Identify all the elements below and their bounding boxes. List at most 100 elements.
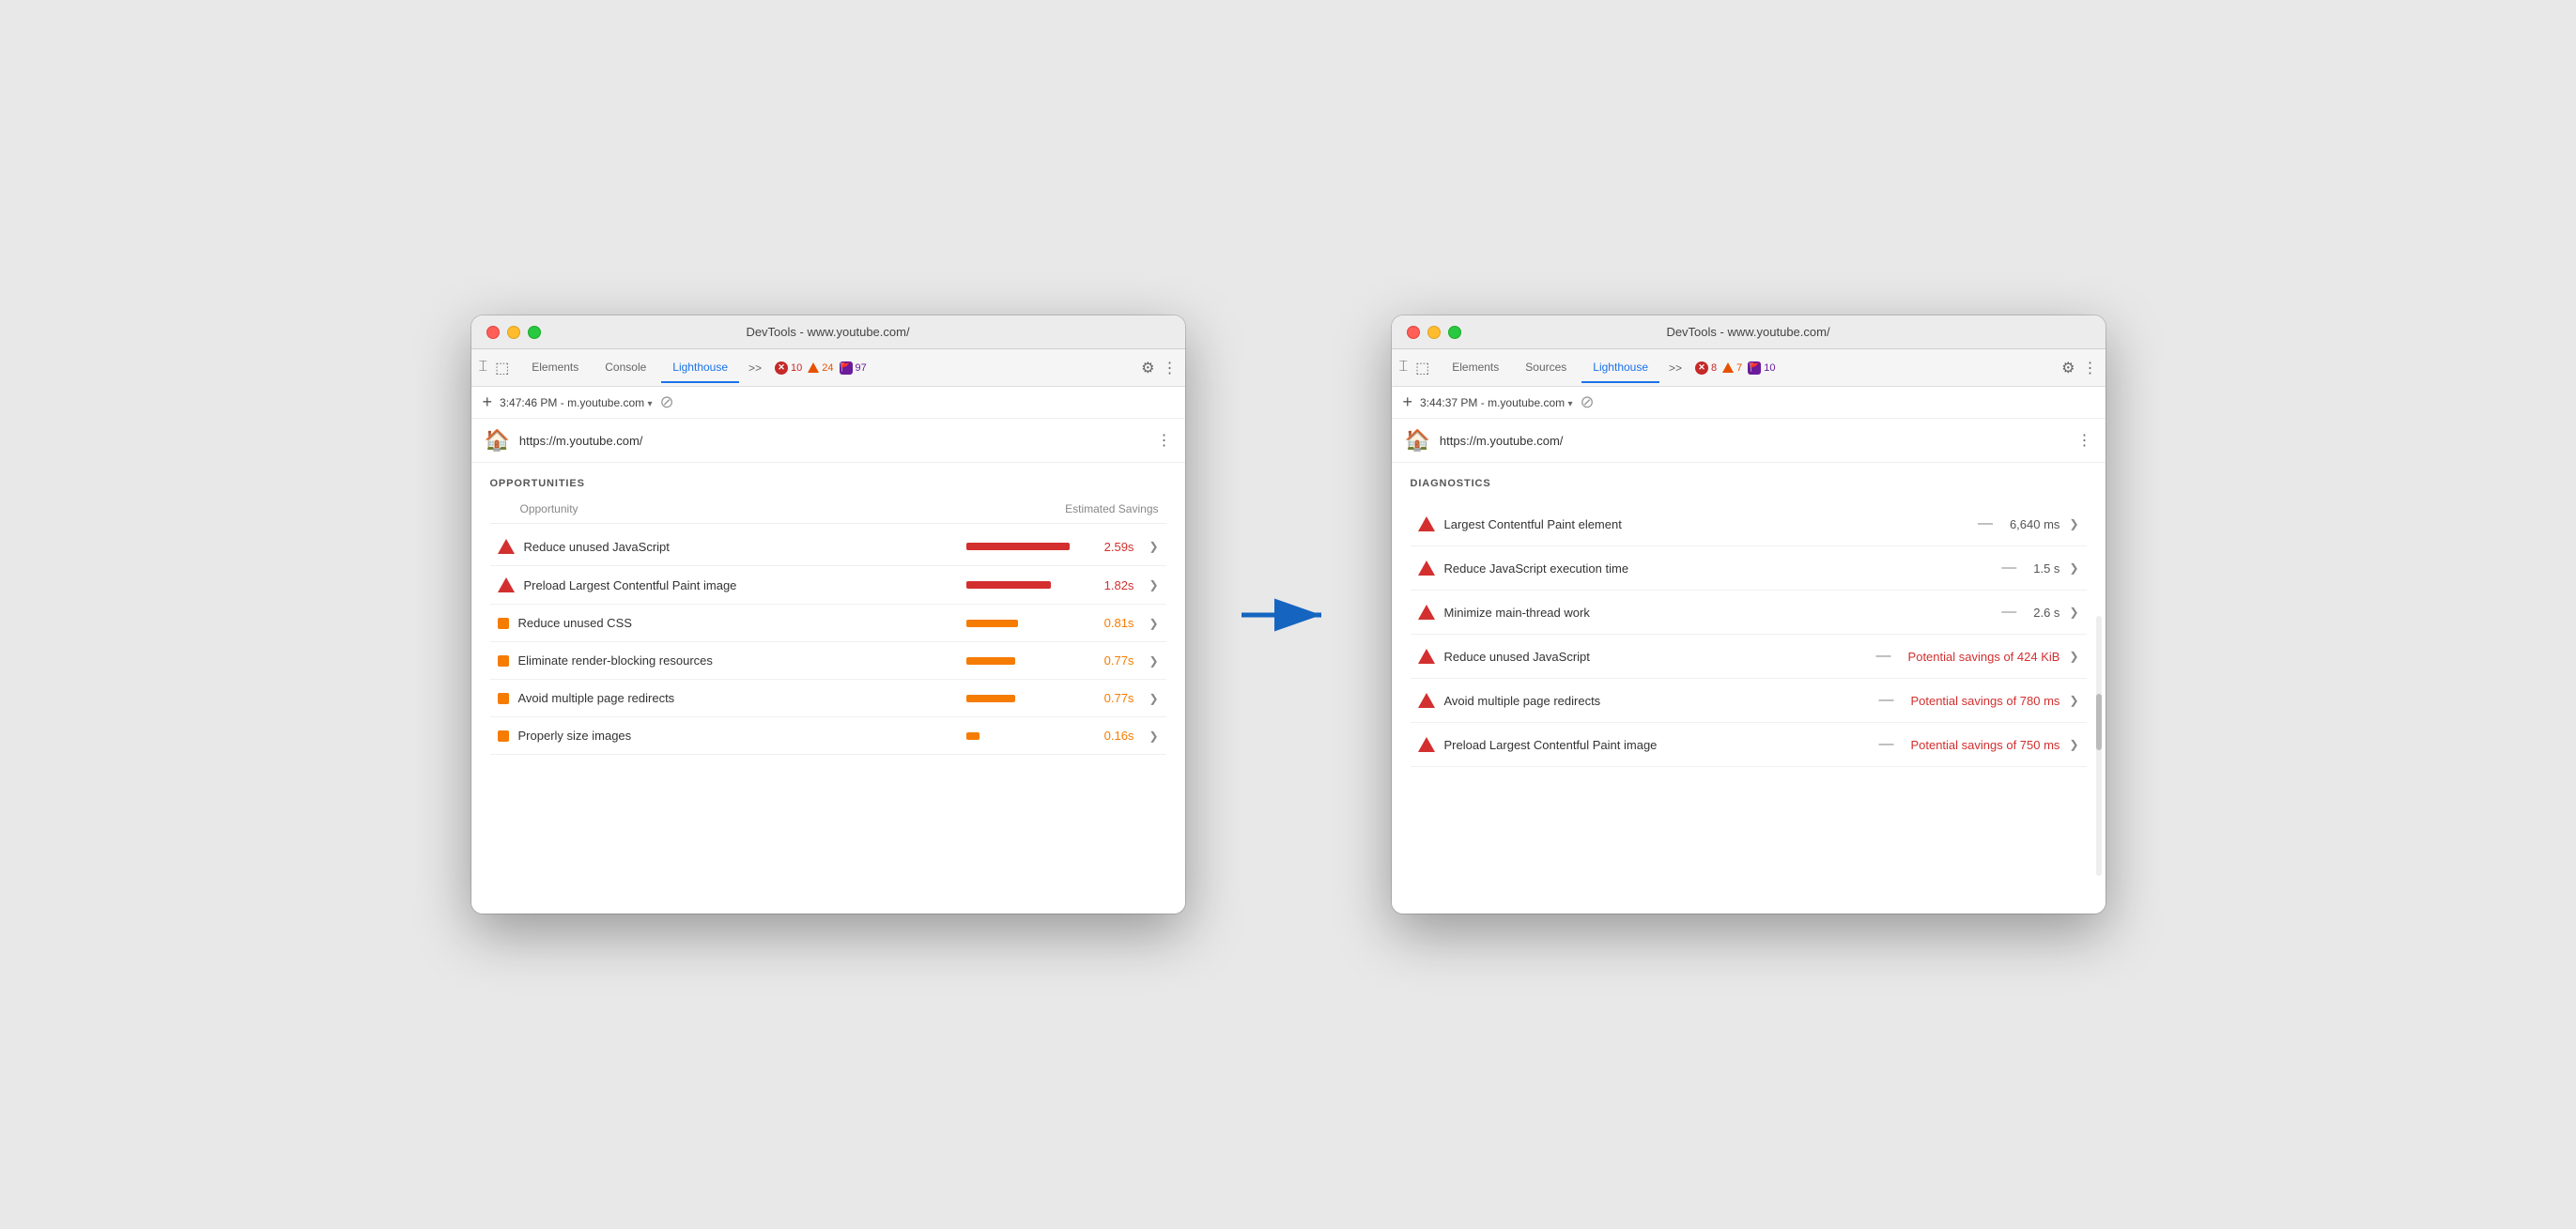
diag-value-5: Potential savings of 750 ms xyxy=(1910,738,2059,752)
dropdown-arrow-left[interactable]: ▾ xyxy=(647,399,652,409)
dropdown-arrow-right[interactable]: ▾ xyxy=(1567,399,1572,409)
add-button-right[interactable]: + xyxy=(1403,392,1413,412)
diag-row-2[interactable]: Minimize main-thread work — 2.6 s ❯ xyxy=(1411,591,2087,635)
opp-row-1[interactable]: Preload Largest Contentful Paint image 1… xyxy=(490,566,1166,605)
opp-label-3: Eliminate render-blocking resources xyxy=(518,653,958,668)
diag-sep-4: — xyxy=(1878,692,1893,709)
opp-row-4[interactable]: Avoid multiple page redirects 0.77s ❯ xyxy=(490,680,1166,717)
window-title-right: DevTools - www.youtube.com/ xyxy=(1666,325,1829,339)
gear-icon-right[interactable]: ⚙ xyxy=(2061,359,2075,377)
tab-console-left[interactable]: Console xyxy=(594,353,657,383)
add-button-left[interactable]: + xyxy=(483,392,493,412)
col-savings: Estimated Savings xyxy=(1065,502,1158,515)
tab-more-left[interactable]: >> xyxy=(743,358,767,378)
triangle-icon-1 xyxy=(498,577,515,592)
traffic-lights-right xyxy=(1407,326,1461,339)
title-bar-left: DevTools - www.youtube.com/ xyxy=(471,315,1185,349)
opp-row-0[interactable]: Reduce unused JavaScript 2.59s ❯ xyxy=(490,528,1166,566)
opp-savings-4: 0.77s xyxy=(1088,691,1134,705)
tab-elements-left[interactable]: Elements xyxy=(520,353,590,383)
maximize-button-right[interactable] xyxy=(1448,326,1461,339)
chevron-1[interactable]: ❯ xyxy=(1149,578,1158,591)
bar-visual-5 xyxy=(966,732,979,740)
lighthouse-url-right: https://m.youtube.com/ xyxy=(1440,434,2068,448)
diag-row-0[interactable]: Largest Contentful Paint element — 6,640… xyxy=(1411,502,2087,546)
diag-chevron-2[interactable]: ❯ xyxy=(2069,606,2078,619)
chevron-5[interactable]: ❯ xyxy=(1149,730,1158,743)
diag-value-4: Potential savings of 780 ms xyxy=(1910,694,2059,708)
cursor-icon[interactable]: ⌶ xyxy=(479,359,488,377)
diag-row-4[interactable]: Avoid multiple page redirects — Potentia… xyxy=(1411,679,2087,723)
diag-label-1: Reduce JavaScript execution time xyxy=(1444,561,1989,576)
bar-visual-0 xyxy=(966,543,1070,550)
menu-icon-left[interactable]: ⋮ xyxy=(1163,359,1178,377)
diag-chevron-4[interactable]: ❯ xyxy=(2069,694,2078,707)
square-icon-3 xyxy=(498,655,509,667)
diag-sep-1: — xyxy=(2001,560,2016,576)
opp-label-2: Reduce unused CSS xyxy=(518,616,958,630)
opp-savings-1: 1.82s xyxy=(1088,578,1134,592)
tab-bar-right: ⌶ ⬚ Elements Sources Lighthouse >> ✕ 8 7… xyxy=(1392,349,2106,387)
device-icon-right[interactable]: ⬚ xyxy=(1415,359,1429,377)
chevron-4[interactable]: ❯ xyxy=(1149,692,1158,705)
opp-row-2[interactable]: Reduce unused CSS 0.81s ❯ xyxy=(490,605,1166,642)
opp-row-5[interactable]: Properly size images 0.16s ❯ xyxy=(490,717,1166,755)
close-button-right[interactable] xyxy=(1407,326,1420,339)
diag-chevron-1[interactable]: ❯ xyxy=(2069,561,2078,575)
tab-sources-right[interactable]: Sources xyxy=(1514,353,1578,383)
info-icon-left: 🚩 xyxy=(840,361,853,375)
options-menu-right[interactable]: ⋮ xyxy=(2077,431,2092,450)
opp-row-3[interactable]: Eliminate render-blocking resources 0.77… xyxy=(490,642,1166,680)
block-icon-right[interactable]: ⊘ xyxy=(1581,392,1595,412)
opp-savings-3: 0.77s xyxy=(1088,653,1134,668)
tab-lighthouse-left[interactable]: Lighthouse xyxy=(661,353,739,383)
minimize-button-right[interactable] xyxy=(1427,326,1441,339)
tab-bar-right-left: ⚙ ⋮ xyxy=(1141,359,1177,377)
time-display-right: 3:44:37 PM - m.youtube.com ▾ xyxy=(1420,396,1572,409)
diag-label-2: Minimize main-thread work xyxy=(1444,606,1989,620)
cursor-icon-right[interactable]: ⌶ xyxy=(1399,359,1409,377)
options-menu-left[interactable]: ⋮ xyxy=(1157,431,1172,450)
warning-badge-right: 7 xyxy=(1722,362,1742,374)
info-badge-left: 🚩 97 xyxy=(840,361,867,375)
section-title-left: OPPORTUNITIES xyxy=(490,478,1166,489)
device-icon[interactable]: ⬚ xyxy=(495,359,509,377)
diag-row-5[interactable]: Preload Largest Contentful Paint image —… xyxy=(1411,723,2087,767)
diag-sep-3: — xyxy=(1876,648,1891,665)
diag-row-1[interactable]: Reduce JavaScript execution time — 1.5 s… xyxy=(1411,546,2087,591)
diag-chevron-5[interactable]: ❯ xyxy=(2069,738,2078,751)
maximize-button[interactable] xyxy=(528,326,541,339)
opp-bar-4 xyxy=(966,695,1079,702)
opp-bar-1 xyxy=(966,581,1079,589)
bar-visual-1 xyxy=(966,581,1051,589)
tab-elements-right[interactable]: Elements xyxy=(1441,353,1510,383)
close-button[interactable] xyxy=(486,326,500,339)
chevron-3[interactable]: ❯ xyxy=(1149,654,1158,668)
title-bar-right: DevTools - www.youtube.com/ xyxy=(1392,315,2106,349)
gear-icon-left[interactable]: ⚙ xyxy=(1141,359,1154,377)
opp-bar-0 xyxy=(966,543,1079,550)
diag-chevron-0[interactable]: ❯ xyxy=(2069,517,2078,530)
block-icon-left[interactable]: ⊘ xyxy=(660,392,674,412)
tab-lighthouse-right[interactable]: Lighthouse xyxy=(1581,353,1659,383)
diag-sep-5: — xyxy=(1878,736,1893,753)
warning-icon-right xyxy=(1722,362,1734,373)
diag-chevron-3[interactable]: ❯ xyxy=(2069,650,2078,663)
opp-label-0: Reduce unused JavaScript xyxy=(524,540,958,554)
warning-icon-left xyxy=(808,362,819,373)
devtools-icons-right: ⌶ ⬚ xyxy=(1399,359,1430,377)
scrollbar-thumb-right[interactable] xyxy=(2096,694,2102,750)
error-badge-right: ✕ 8 xyxy=(1695,361,1717,375)
diag-row-3[interactable]: Reduce unused JavaScript — Potential sav… xyxy=(1411,635,2087,679)
chevron-2[interactable]: ❯ xyxy=(1149,617,1158,630)
minimize-button[interactable] xyxy=(507,326,520,339)
chevron-0[interactable]: ❯ xyxy=(1149,540,1158,553)
arrow-svg xyxy=(1242,596,1335,634)
opp-bar-2 xyxy=(966,620,1079,627)
diag-sep-0: — xyxy=(1978,515,1993,532)
diag-value-0: 6,640 ms xyxy=(2010,517,2059,531)
square-icon-5 xyxy=(498,730,509,742)
tab-more-right[interactable]: >> xyxy=(1663,358,1688,378)
menu-icon-right[interactable]: ⋮ xyxy=(2083,359,2098,377)
badge-group-left: ✕ 10 24 🚩 97 xyxy=(775,361,867,375)
